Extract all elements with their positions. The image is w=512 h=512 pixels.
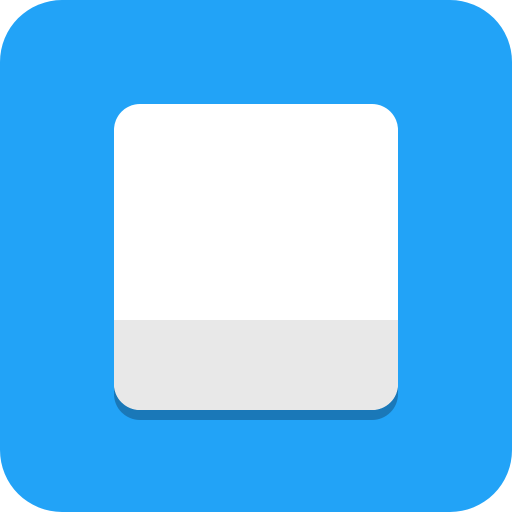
blank-document-app-icon [0, 0, 512, 512]
card [114, 104, 398, 410]
card-bottom-band [114, 320, 398, 410]
app-icon[interactable] [0, 0, 512, 512]
